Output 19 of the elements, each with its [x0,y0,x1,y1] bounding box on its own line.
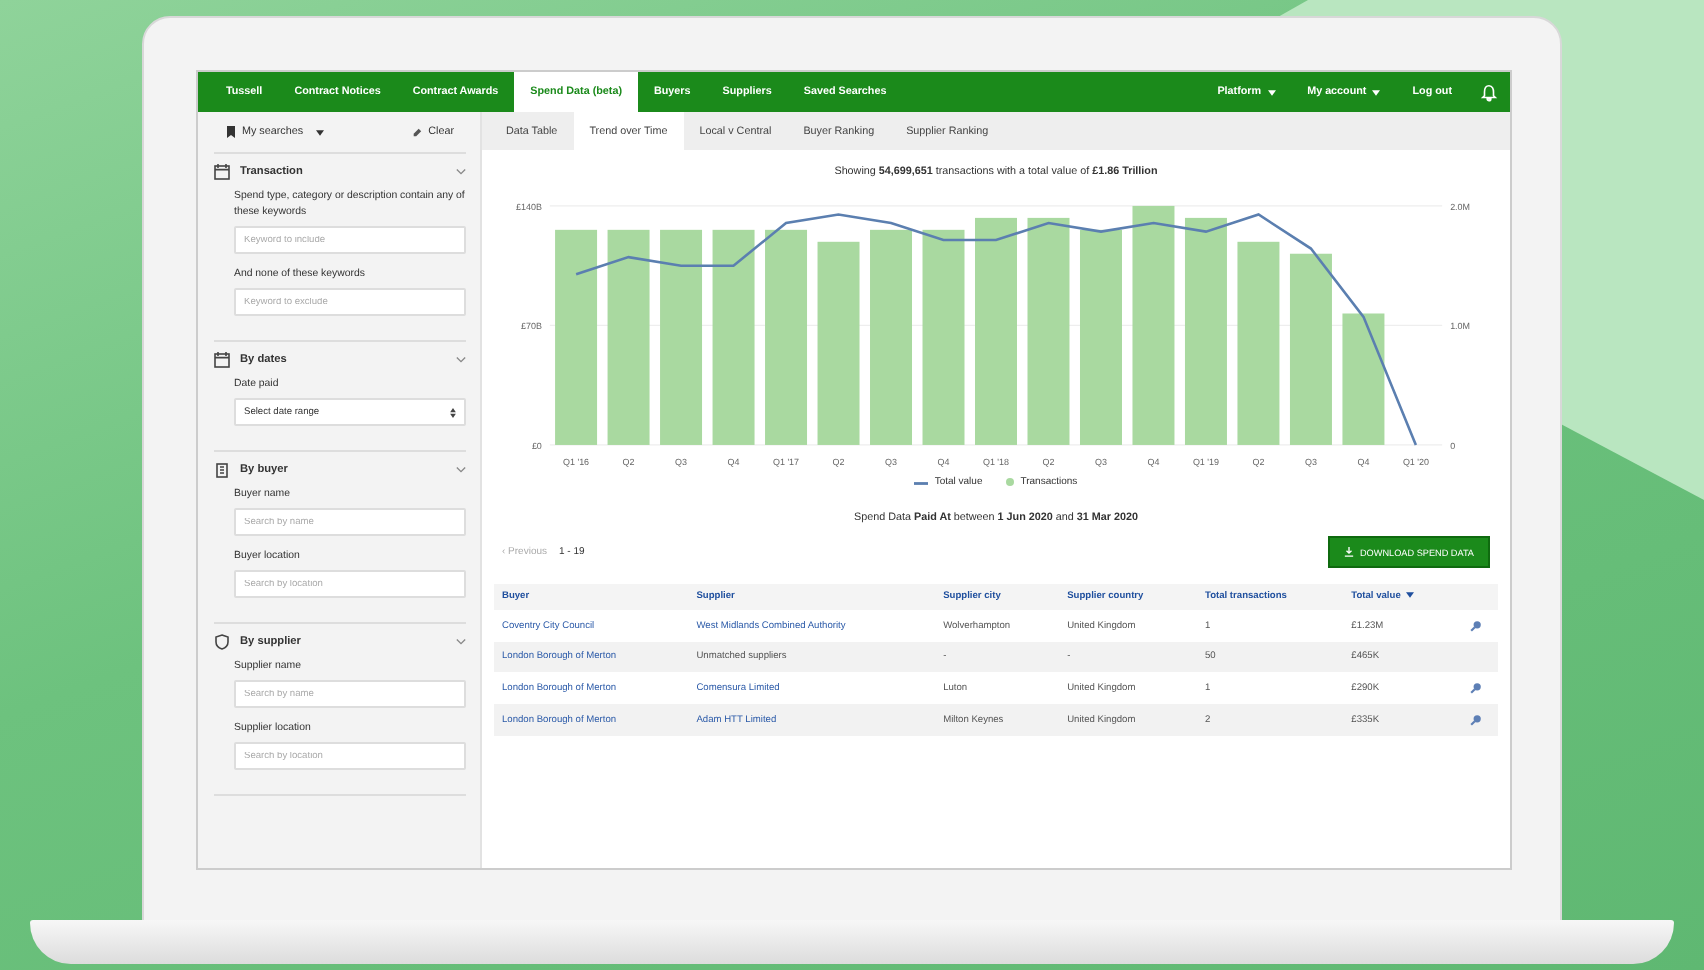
updown-icon [450,407,456,417]
section-icon [214,462,230,478]
chevron-icon[interactable] [456,168,466,176]
legend-dot-icon [1006,478,1015,487]
chart-bar [1342,313,1385,445]
bookmark-icon [226,126,236,138]
download-icon [1343,546,1354,559]
section-icon [214,634,230,650]
search-icon[interactable] [1470,682,1482,695]
bell-icon[interactable] [1480,83,1498,101]
eraser-icon [412,126,423,138]
chevron-icon[interactable] [456,638,466,646]
section-icon [214,352,230,368]
caret-icon [315,129,324,135]
chevron-icon[interactable] [456,466,466,474]
search-icon[interactable] [1470,620,1482,633]
section-icon [214,164,230,180]
search-icon[interactable] [1470,714,1482,727]
chevron-icon[interactable] [456,356,466,364]
